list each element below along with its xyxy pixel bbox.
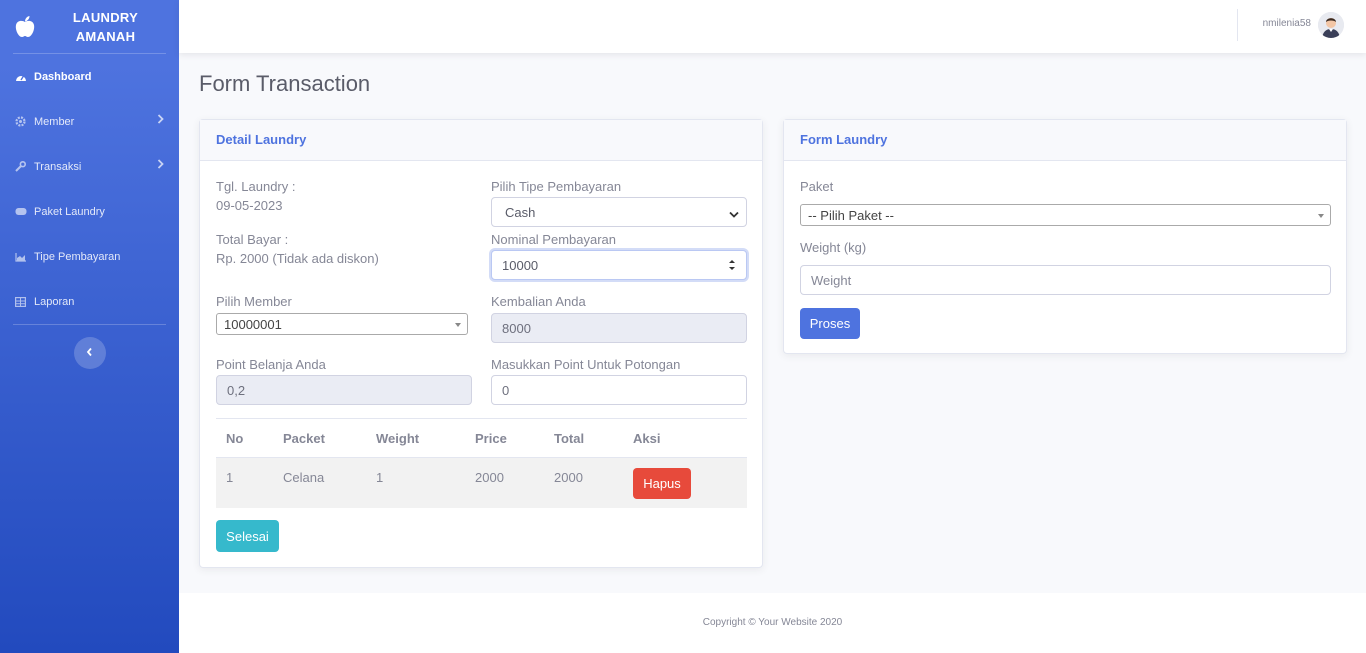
tipe-pembayaran-label: Pilih Tipe Pembayaran xyxy=(491,179,622,194)
hapus-button[interactable]: Hapus xyxy=(633,468,691,499)
point-belanja-input[interactable]: 0,2 xyxy=(216,375,472,405)
paket-label: Paket xyxy=(800,179,834,194)
weight-label: Weight (kg) xyxy=(800,240,867,255)
paket-value: -- Pilih Paket -- xyxy=(808,207,894,223)
copyright-text: Copyright © Your Website 2020 xyxy=(702,617,843,628)
weight-placeholder: Weight xyxy=(811,272,852,288)
transaction-table: No Packet Weight Price Total Aksi 1 Cela… xyxy=(216,418,747,508)
sidebar: LAUNDRY AMANAH Dashboard Member Transaks… xyxy=(0,0,179,653)
column-header-packet: Packet xyxy=(273,418,366,458)
tipe-pembayaran-value: Cash xyxy=(505,204,536,220)
column-header-no: No xyxy=(216,418,273,458)
tgl-laundry-value: 09-05-2023 xyxy=(216,198,283,213)
potongan-input[interactable]: 0 xyxy=(491,375,747,405)
brand-name: LAUNDRY AMANAH xyxy=(38,8,179,46)
cell-price: 2000 xyxy=(465,457,544,508)
brand-line-1: LAUNDRY xyxy=(72,9,139,25)
brand-line-2: AMANAH xyxy=(75,28,136,44)
avatar[interactable] xyxy=(1318,12,1344,38)
cell-aksi: Hapus xyxy=(623,457,747,508)
gamepad-icon xyxy=(14,206,27,217)
sidebar-item-member[interactable]: Member xyxy=(0,99,179,144)
cell-no: 1 xyxy=(216,457,273,508)
total-bayar-value: Rp. 2000 (Tidak ada diskon) xyxy=(216,251,379,266)
wrench-icon xyxy=(14,161,27,172)
form-laundry-header: Form Laundry xyxy=(784,120,1346,161)
column-header-weight: Weight xyxy=(366,418,465,458)
sidebar-item-label: Tipe Pembayaran xyxy=(34,250,121,263)
selesai-button[interactable]: Selesai xyxy=(216,520,279,552)
brand[interactable]: LAUNDRY AMANAH xyxy=(0,0,179,53)
cell-total: 2000 xyxy=(544,457,623,508)
tipe-pembayaran-select[interactable]: Cash xyxy=(491,197,747,227)
sidebar-item-transaksi[interactable]: Transaksi xyxy=(0,144,179,189)
pilih-member-label: Pilih Member xyxy=(216,294,292,309)
point-belanja-value: 0,2 xyxy=(227,382,246,398)
chevron-left-icon xyxy=(86,344,93,362)
topbar-divider xyxy=(1237,9,1238,41)
cell-weight: 1 xyxy=(366,457,465,508)
paket-select[interactable]: -- Pilih Paket -- xyxy=(800,204,1331,226)
chevron-down-icon xyxy=(729,207,739,222)
topbar: nmilenia58 xyxy=(179,0,1366,53)
apple-icon xyxy=(12,14,38,40)
table-row: 1 Celana 1 2000 2000 Hapus xyxy=(216,457,747,508)
sidebar-item-label: Dashboard xyxy=(34,70,92,83)
page-title: Form Transaction xyxy=(199,71,371,96)
tachometer-icon xyxy=(14,71,27,82)
potongan-label: Masukkan Point Untuk Potongan xyxy=(491,357,681,372)
sidebar-divider xyxy=(13,324,166,325)
chevron-right-icon xyxy=(157,114,164,127)
table-header-row: No Packet Weight Price Total Aksi xyxy=(216,418,747,458)
column-header-aksi: Aksi xyxy=(623,418,747,458)
nominal-pembayaran-label: Nominal Pembayaran xyxy=(491,232,617,247)
gear-icon xyxy=(14,116,27,127)
proses-button[interactable]: Proses xyxy=(800,308,860,339)
point-belanja-label: Point Belanja Anda xyxy=(216,357,326,372)
sidebar-toggle-button[interactable] xyxy=(73,337,106,369)
chart-area-icon xyxy=(14,251,27,262)
nominal-pembayaran-value: 10000 xyxy=(502,257,539,273)
kembalian-label: Kembalian Anda xyxy=(491,294,586,309)
sidebar-item-label: Paket Laundry xyxy=(34,205,105,218)
sidebar-item-laporan[interactable]: Laporan xyxy=(0,279,179,324)
caret-down-icon xyxy=(1318,214,1324,218)
caret-down-icon xyxy=(455,323,461,327)
sidebar-item-label: Transaksi xyxy=(34,160,82,173)
nominal-pembayaran-input[interactable]: 10000 xyxy=(491,250,747,280)
chevron-right-icon xyxy=(157,159,164,172)
spinner-icon[interactable] xyxy=(728,258,736,275)
table-icon xyxy=(14,296,27,307)
kembalian-value: 8000 xyxy=(502,320,531,336)
sidebar-item-dashboard[interactable]: Dashboard xyxy=(0,54,179,99)
weight-input[interactable]: Weight xyxy=(800,265,1331,295)
footer: Copyright © Your Website 2020 xyxy=(179,593,1366,653)
detail-laundry-card: Detail Laundry Tgl. Laundry : 09-05-2023… xyxy=(199,119,763,568)
column-header-price: Price xyxy=(465,418,544,458)
column-header-total: Total xyxy=(544,418,623,458)
kembalian-input[interactable]: 8000 xyxy=(491,313,747,343)
user-name[interactable]: nmilenia58 xyxy=(1263,18,1311,29)
sidebar-item-label: Laporan xyxy=(34,295,75,308)
total-bayar-label: Total Bayar : xyxy=(216,232,289,247)
member-select[interactable]: 10000001 xyxy=(216,313,468,335)
sidebar-item-tipe-pembayaran[interactable]: Tipe Pembayaran xyxy=(0,234,179,279)
form-laundry-card: Form Laundry Paket -- Pilih Paket -- Wei… xyxy=(783,119,1347,354)
tgl-laundry-label: Tgl. Laundry : xyxy=(216,179,296,194)
sidebar-item-paket-laundry[interactable]: Paket Laundry xyxy=(0,189,179,234)
potongan-value: 0 xyxy=(502,382,510,398)
cell-packet: Celana xyxy=(273,457,366,508)
sidebar-item-label: Member xyxy=(34,115,75,128)
detail-laundry-header: Detail Laundry xyxy=(200,120,762,161)
member-value: 10000001 xyxy=(224,316,282,332)
